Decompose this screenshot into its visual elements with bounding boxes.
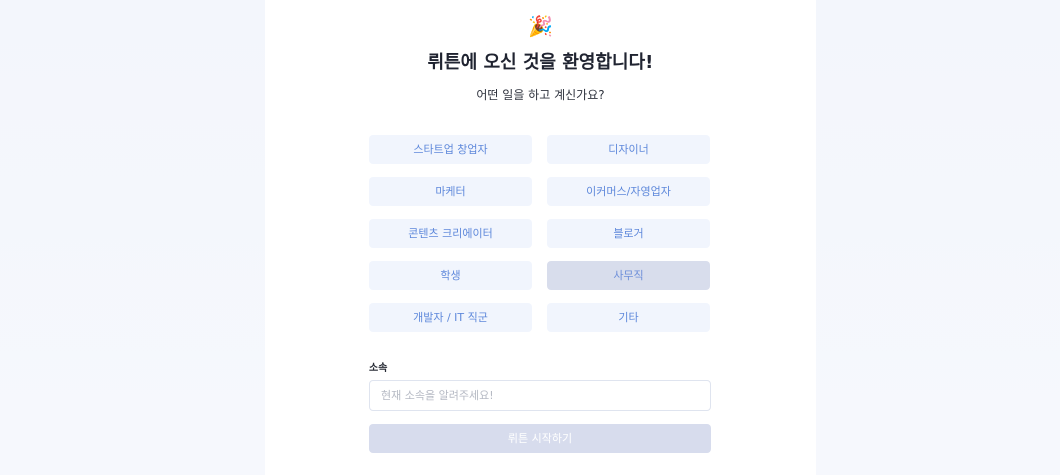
party-popper-icon: 🎉 [528,14,553,38]
role-developer-it-button[interactable]: 개발자 / IT 직군 [369,303,532,332]
question-subtitle: 어떤 일을 하고 계신가요? [476,88,605,102]
role-content-creator-button[interactable]: 콘텐츠 크리에이터 [369,219,532,248]
role-office-worker-button[interactable]: 사무직 [547,261,710,290]
role-marketer-button[interactable]: 마케터 [369,177,532,206]
affiliation-input[interactable] [369,380,711,411]
role-student-button[interactable]: 학생 [369,261,532,290]
start-wrtn-button[interactable]: 뤼튼 시작하기 [369,424,711,453]
welcome-title: 뤼튼에 오신 것을 환영합니다! [427,52,654,73]
page: 🎉 뤼튼에 오신 것을 환영합니다! 어떤 일을 하고 계신가요? 스타트업 창… [0,0,1060,475]
role-startup-founder-button[interactable]: 스타트업 창업자 [369,135,532,164]
role-ecommerce-owner-button[interactable]: 이커머스/자영업자 [547,177,710,206]
role-options: 스타트업 창업자 디자이너 마케터 이커머스/자영업자 콘텐츠 크리에이터 블로… [369,135,711,332]
role-designer-button[interactable]: 디자이너 [547,135,710,164]
role-other-button[interactable]: 기타 [547,303,710,332]
affiliation-label: 소속 [369,363,388,374]
onboarding-card: 🎉 뤼튼에 오신 것을 환영합니다! 어떤 일을 하고 계신가요? 스타트업 창… [265,0,816,475]
role-blogger-button[interactable]: 블로거 [547,219,710,248]
